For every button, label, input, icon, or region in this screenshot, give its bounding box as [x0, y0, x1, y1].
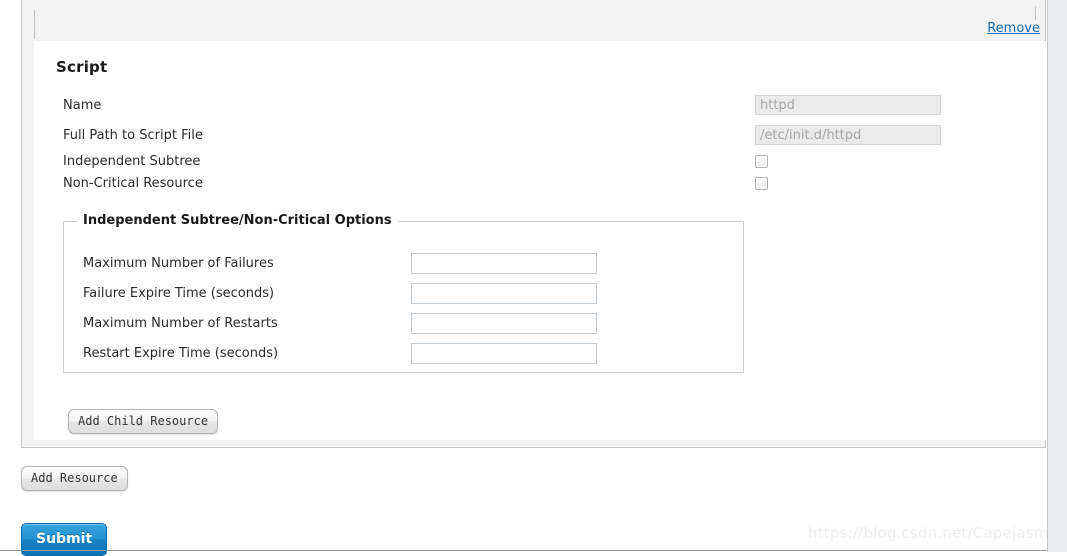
label-max-failures: Maximum Number of Failures — [83, 256, 274, 271]
form-row-script-path: Full Path to Script File — [34, 125, 1046, 147]
independent-subtree-options-fieldset: Independent Subtree/Non-Critical Options… — [63, 213, 744, 373]
control-name — [755, 95, 941, 115]
page-column: Remove Script Name Full Path to Script F… — [0, 0, 1067, 556]
non-critical-resource-checkbox[interactable] — [755, 177, 768, 190]
script-path-input[interactable] — [755, 125, 941, 145]
restart-expire-input[interactable] — [411, 343, 597, 364]
control-independent-subtree — [755, 155, 768, 170]
resource-panel: Remove Script Name Full Path to Script F… — [21, 0, 1046, 448]
page-title: Script — [56, 58, 108, 76]
bottom-divider — [0, 550, 1047, 551]
resource-panel-footer — [22, 440, 1045, 447]
control-failure-expire — [411, 283, 597, 304]
fs-row-failure-expire: Failure Expire Time (seconds) — [64, 283, 743, 305]
header-left-divider — [34, 10, 35, 39]
control-max-failures — [411, 253, 597, 274]
right-side-rail — [1047, 0, 1067, 552]
label-failure-expire: Failure Expire Time (seconds) — [83, 286, 275, 301]
add-resource-button[interactable]: Add Resource — [21, 466, 128, 491]
resource-panel-body: Script Name Full Path to Script File Ind… — [34, 41, 1046, 440]
submit-button[interactable]: Submit — [21, 523, 108, 556]
remove-resource-link[interactable]: Remove — [987, 21, 1040, 37]
add-child-resource-button[interactable]: Add Child Resource — [68, 409, 219, 434]
resource-panel-header: Remove — [22, 0, 1045, 41]
label-max-restarts: Maximum Number of Restarts — [83, 316, 278, 331]
watermark-text: https://blog.csdn.net/CapejasmineY — [808, 524, 1067, 542]
fs-row-restart-expire: Restart Expire Time (seconds) — [64, 343, 743, 365]
form-row-non-critical-resource: Non-Critical Resource — [34, 173, 1046, 195]
header-right-divider — [1035, 6, 1036, 20]
name-input[interactable] — [755, 95, 941, 115]
fs-row-max-failures: Maximum Number of Failures — [64, 253, 743, 275]
label-restart-expire: Restart Expire Time (seconds) — [83, 346, 279, 361]
form-row-name: Name — [34, 95, 1046, 117]
label-script-path: Full Path to Script File — [63, 128, 203, 143]
control-restart-expire — [411, 343, 597, 364]
failure-expire-input[interactable] — [411, 283, 597, 304]
fs-row-max-restarts: Maximum Number of Restarts — [64, 313, 743, 335]
control-max-restarts — [411, 313, 597, 334]
label-independent-subtree: Independent Subtree — [63, 154, 201, 169]
label-name: Name — [63, 98, 102, 113]
max-failures-input[interactable] — [411, 253, 597, 274]
label-non-critical-resource: Non-Critical Resource — [63, 176, 203, 191]
form-row-independent-subtree: Independent Subtree — [34, 151, 1046, 173]
control-script-path — [755, 125, 941, 145]
max-restarts-input[interactable] — [411, 313, 597, 334]
independent-subtree-checkbox[interactable] — [755, 155, 768, 168]
options-fieldset-legend: Independent Subtree/Non-Critical Options — [77, 213, 398, 228]
control-non-critical-resource — [755, 177, 768, 192]
